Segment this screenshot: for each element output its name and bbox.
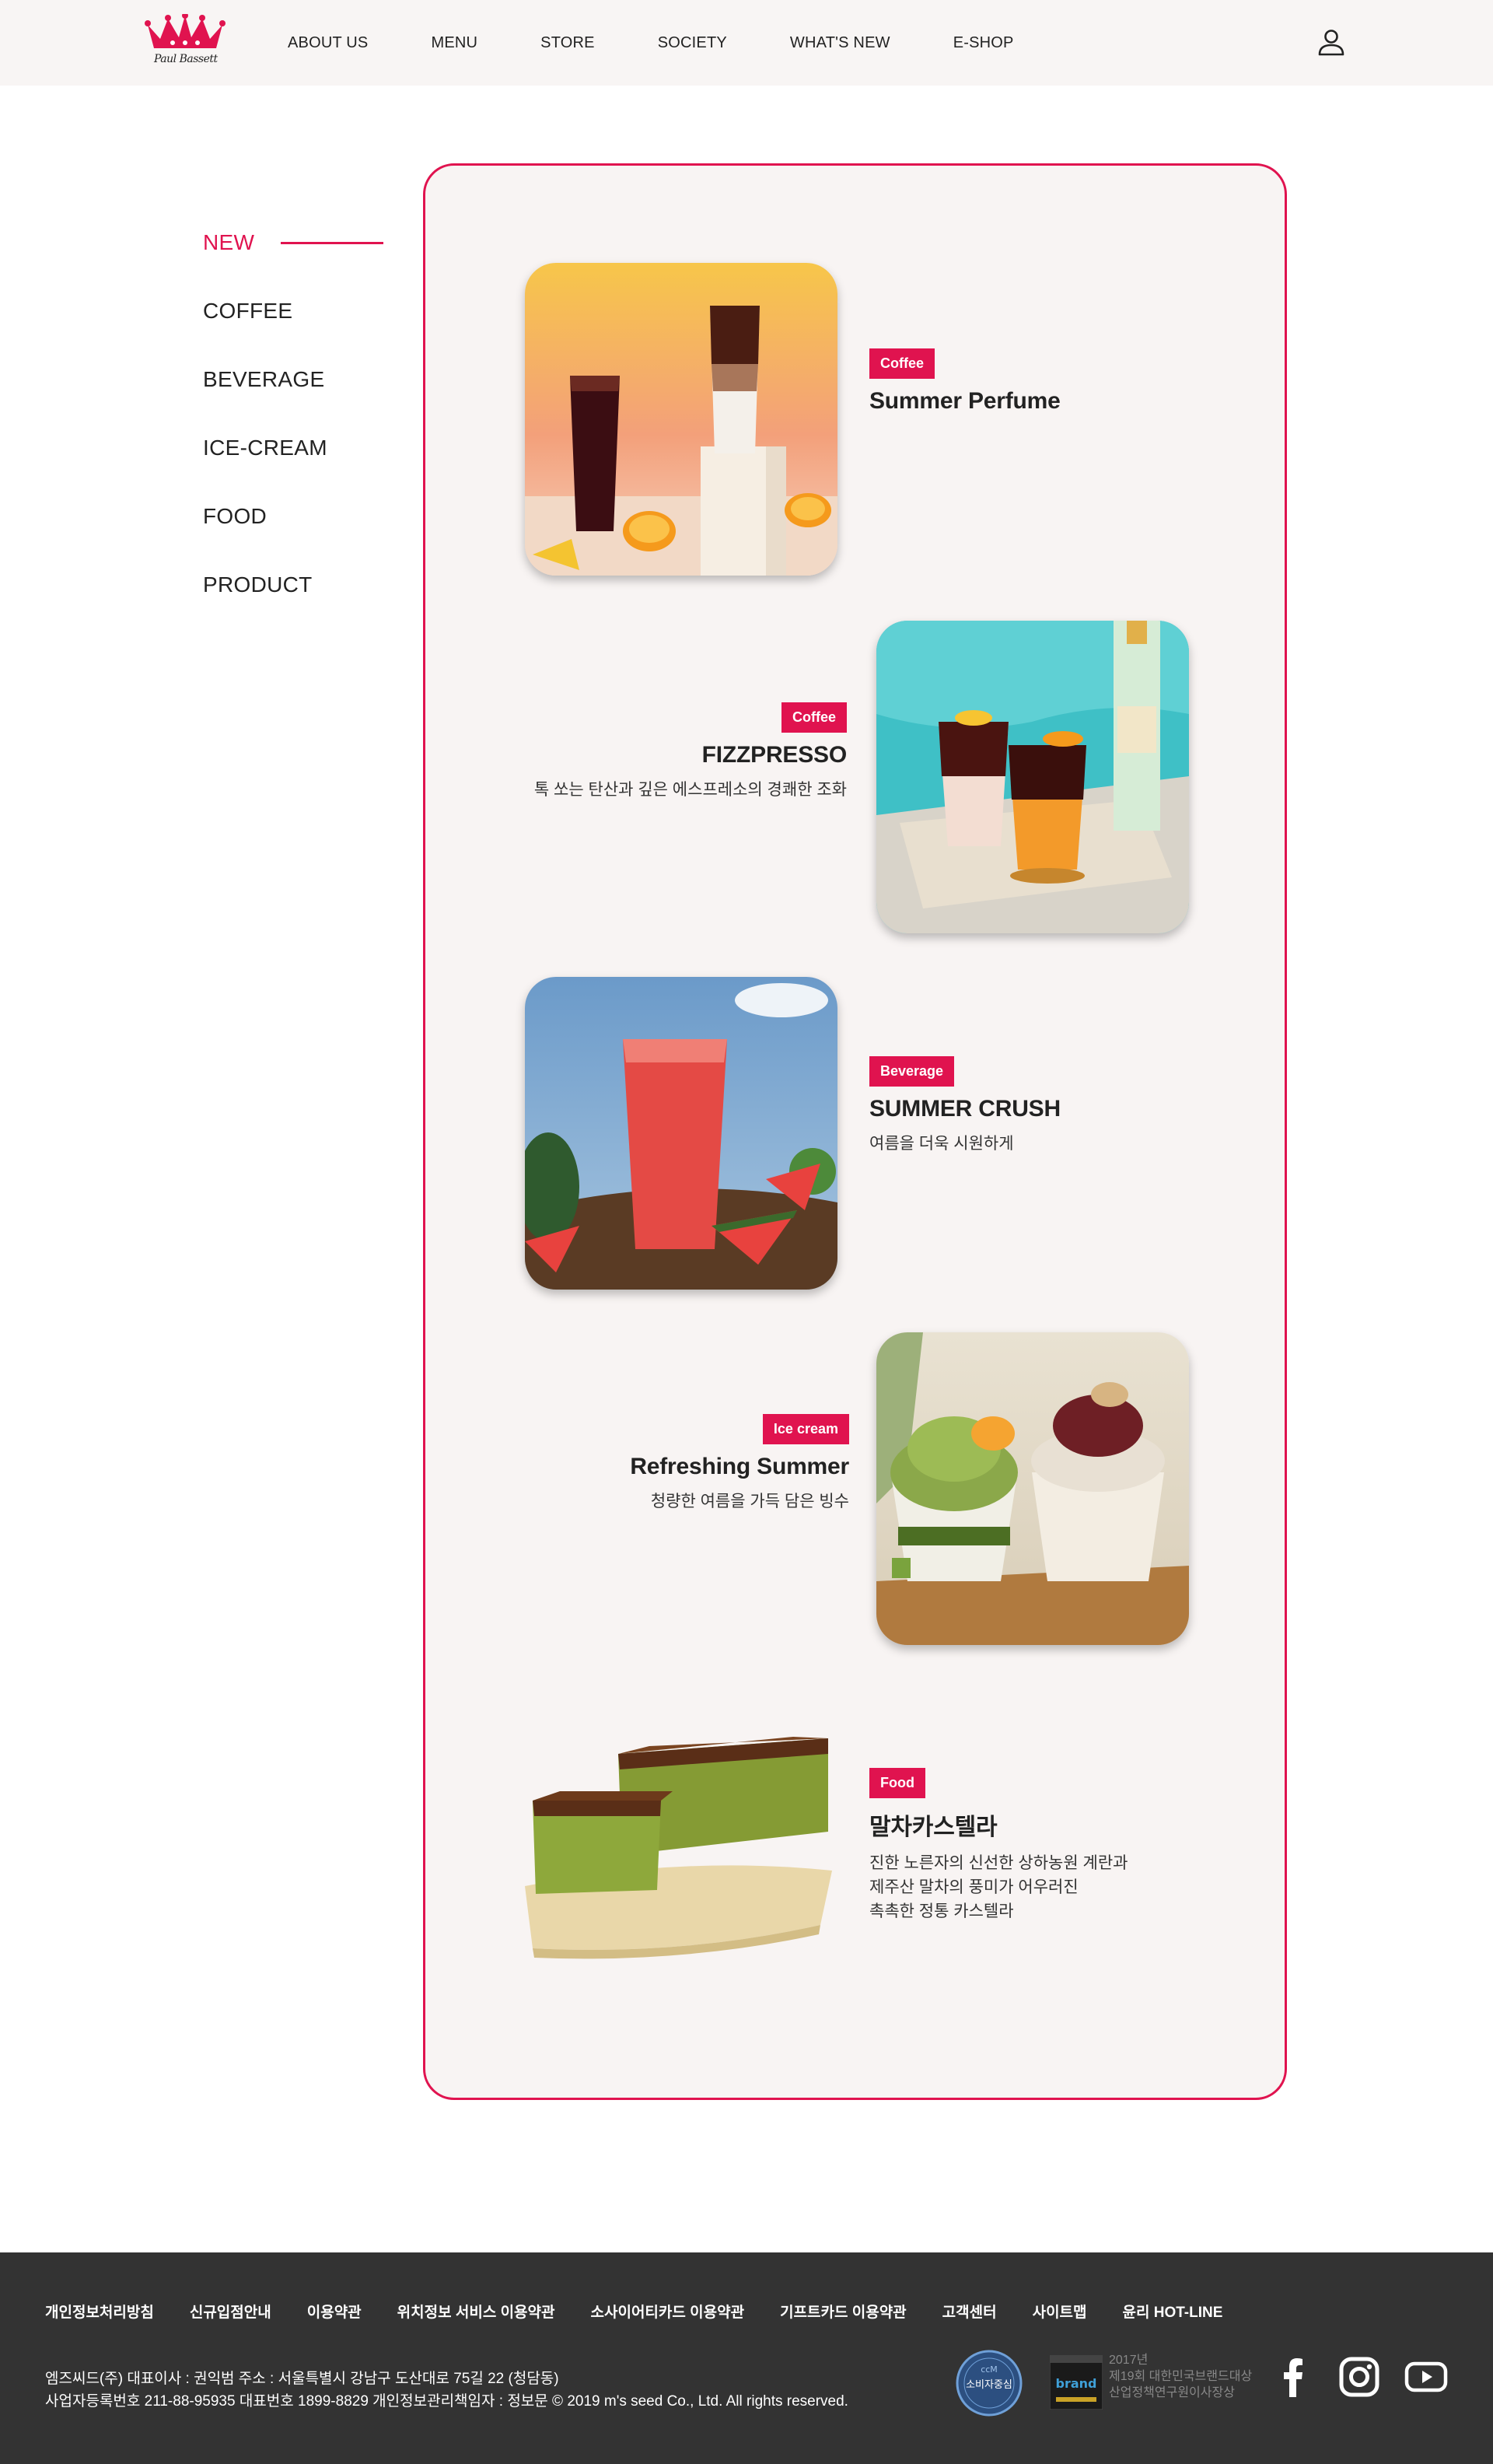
product-image-refreshing-summer[interactable] xyxy=(876,1332,1189,1645)
nav-whats-new[interactable]: WHAT'S NEW xyxy=(790,34,890,52)
active-indicator-line xyxy=(281,242,383,244)
address-line: 엠즈씨드(주) 대표이사 : 권익범 주소 : 서울특별시 강남구 도산대로 7… xyxy=(45,2371,559,2387)
main-nav: ABOUT US MENU STORE SOCIETY WHAT'S NEW E… xyxy=(288,0,1077,86)
product-info-summer-crush: Beverage SUMMER CRUSH 여름을 더욱 시원하게 xyxy=(869,1056,1061,1156)
crown-icon xyxy=(145,12,226,48)
product-image-matcha-castella[interactable] xyxy=(525,1715,837,1987)
product-description: 톡 쏘는 탄산과 깊은 에스프레소의 경쾌한 조화 xyxy=(533,781,847,799)
footer-link-gift-card-terms[interactable]: 기프트카드 이용약관 xyxy=(780,2301,907,2322)
product-info-matcha-castella: Food 말차카스텔라 진한 노른자의 신선한 상하농원 계란과 제주산 말차의… xyxy=(869,1768,1128,1923)
facebook-icon[interactable] xyxy=(1272,2355,1316,2399)
nav-about-us[interactable]: ABOUT US xyxy=(288,34,368,52)
category-badge: Coffee xyxy=(869,348,935,379)
product-title[interactable]: FIZZPRESSO xyxy=(488,742,848,768)
footer-link-location-terms[interactable]: 위치정보 서비스 이용약관 xyxy=(397,2301,555,2322)
sidebar-item-label: BEVERAGE xyxy=(203,367,325,391)
category-badge: Coffee xyxy=(781,702,847,733)
footer-link-new-store[interactable]: 신규입점안내 xyxy=(190,2301,271,2322)
product-image-summer-perfume[interactable] xyxy=(525,263,837,576)
svg-text:brand: brand xyxy=(1056,2376,1097,2391)
product-description: 진한 노른자의 신선한 상하농원 계란과 제주산 말차의 풍미가 어우러진 촉촉… xyxy=(869,1851,1128,1923)
nav-menu[interactable]: MENU xyxy=(431,34,477,52)
category-badge: Beverage xyxy=(869,1056,955,1087)
sidebar-item-label: ICE-CREAM xyxy=(203,436,327,460)
sidebar-item-coffee[interactable]: COFFEE xyxy=(203,277,390,345)
new-menu-panel: Coffee Summer Perfume Coffee FIZZPRESSO … xyxy=(423,163,1287,2100)
paul-bassett-logo[interactable]: Paul Bassett xyxy=(143,12,227,72)
user-icon[interactable] xyxy=(1316,26,1347,58)
sidebar-item-label: NEW xyxy=(203,230,255,254)
address-line: 사업자등록번호 211-88-95935 대표번호 1899-8829 개인정보… xyxy=(45,2393,848,2410)
product-info-fizzpresso: Coffee FIZZPRESSO 톡 쏘는 탄산과 깊은 에스프레소의 경쾌한… xyxy=(488,702,847,802)
sidebar-item-label: FOOD xyxy=(203,504,267,528)
company-address: 엠즈씨드(주) 대표이사 : 권익범 주소 : 서울특별시 강남구 도산대로 7… xyxy=(45,2368,848,2413)
sidebar-item-food[interactable]: FOOD xyxy=(203,482,390,551)
product-info-summer-perfume: Coffee Summer Perfume xyxy=(869,348,1061,415)
product-image-summer-crush[interactable] xyxy=(525,977,837,1290)
footer-link-society-card-terms[interactable]: 소사이어티카드 이용약관 xyxy=(591,2301,745,2322)
sidebar-item-new[interactable]: NEW xyxy=(203,208,390,277)
category-badge: Ice cream xyxy=(762,1414,849,1444)
description-line: 제주산 말차의 풍미가 어우러진 xyxy=(869,1878,1079,1896)
award-description: 2017년 제19회 대한민국브랜드대상 산업정책연구원이사장상 xyxy=(1109,2352,1252,2401)
site-header: Paul Bassett ABOUT US MENU STORE SOCIETY… xyxy=(0,0,1493,86)
product-title[interactable]: Refreshing Summer xyxy=(488,1454,849,1480)
nav-store[interactable]: STORE xyxy=(540,34,595,52)
product-title[interactable]: 말차카스텔라 xyxy=(869,1808,1128,1842)
footer-link-privacy[interactable]: 개인정보처리방침 xyxy=(45,2301,154,2322)
nav-e-shop[interactable]: E-SHOP xyxy=(953,34,1014,52)
footer-link-terms[interactable]: 이용약관 xyxy=(307,2301,362,2322)
category-sidebar: NEW COFFEE BEVERAGE ICE-CREAM FOOD PRODU… xyxy=(203,208,390,619)
product-image-fizzpresso[interactable] xyxy=(876,621,1189,933)
category-badge: Food xyxy=(869,1768,925,1798)
award-line: 제19회 대한민국브랜드대상 xyxy=(1109,2370,1253,2383)
footer-link-ethics-hotline[interactable]: 윤리 HOT-LINE xyxy=(1123,2301,1223,2322)
sidebar-item-label: COFFEE xyxy=(203,299,293,323)
footer-links: 개인정보처리방침 신규입점안내 이용약관 위치정보 서비스 이용약관 소사이어티… xyxy=(45,2301,1258,2322)
sidebar-item-label: PRODUCT xyxy=(203,572,313,597)
youtube-icon[interactable] xyxy=(1404,2355,1448,2399)
sidebar-item-ice-cream[interactable]: ICE-CREAM xyxy=(203,414,390,482)
svg-text:소비자중심: 소비자중심 xyxy=(966,2379,1012,2391)
instagram-icon[interactable] xyxy=(1337,2355,1381,2399)
brand-award-badge: brand xyxy=(1050,2355,1103,2410)
product-info-refreshing-summer: Ice cream Refreshing Summer 청량한 여름을 가득 담… xyxy=(488,1414,849,1514)
description-line: 촉촉한 정통 카스텔라 xyxy=(869,1902,1014,1920)
product-description: 청량한 여름을 가득 담은 빙수 xyxy=(650,1493,849,1510)
description-line: 진한 노른자의 신선한 상하농원 계란과 xyxy=(869,1854,1128,1872)
product-title[interactable]: SUMMER CRUSH xyxy=(869,1096,1061,1122)
nav-society[interactable]: SOCIETY xyxy=(658,34,727,52)
site-footer: 개인정보처리방침 신규입점안내 이용약관 위치정보 서비스 이용약관 소사이어티… xyxy=(0,2252,1493,2464)
award-year: 2017년 xyxy=(1109,2354,1149,2367)
svg-text:ccM: ccM xyxy=(981,2364,998,2375)
sidebar-item-product[interactable]: PRODUCT xyxy=(203,551,390,619)
product-description: 여름을 더욱 시원하게 xyxy=(869,1135,1014,1153)
footer-link-customer-center[interactable]: 고객센터 xyxy=(942,2301,997,2322)
sidebar-item-beverage[interactable]: BEVERAGE xyxy=(203,345,390,414)
award-line: 산업정책연구원이사장상 xyxy=(1109,2386,1235,2399)
logo-wordmark: Paul Bassett xyxy=(154,53,218,65)
ccm-certification-badge: ccM 소비자중심 xyxy=(956,2350,1023,2417)
footer-link-sitemap[interactable]: 사이트맵 xyxy=(1033,2301,1087,2322)
product-title[interactable]: Summer Perfume xyxy=(869,388,1061,415)
